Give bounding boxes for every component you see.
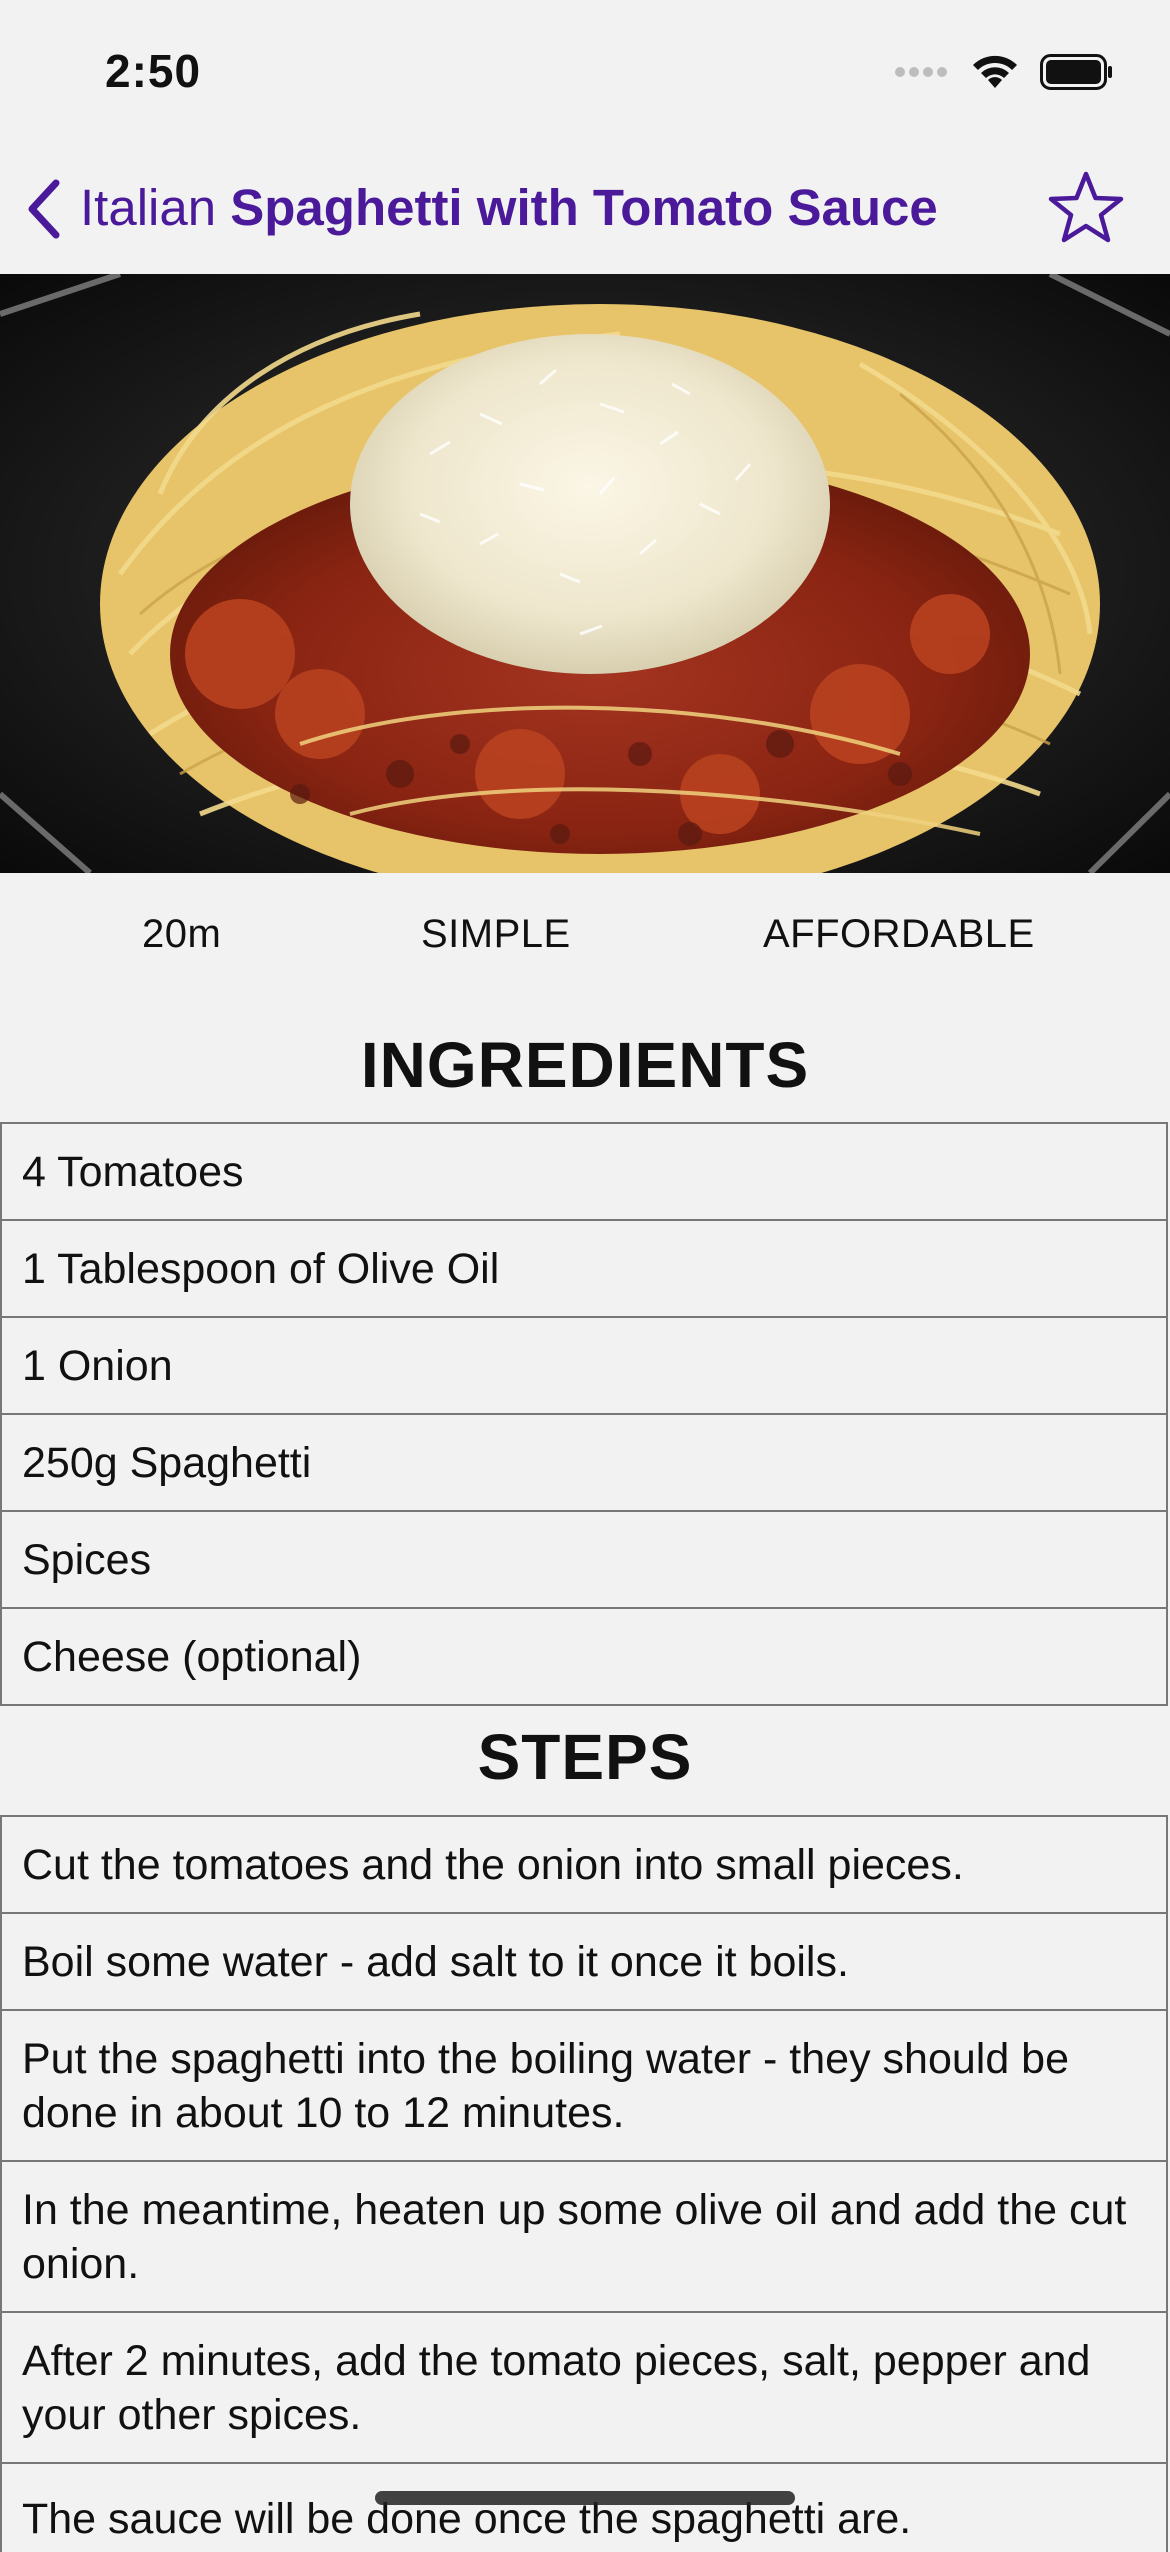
ingredient-item: 4 Tomatoes [0, 1122, 1168, 1219]
steps-list: Cut the tomatoes and the onion into smal… [0, 1815, 1168, 2552]
page-title: Italian Spaghetti with Tomato Sauce [80, 178, 938, 237]
ingredient-item: 1 Tablespoon of Olive Oil [0, 1219, 1168, 1316]
ingredient-item: 250g Spaghetti [0, 1413, 1168, 1510]
favorite-star-icon[interactable] [1046, 168, 1126, 248]
battery-icon [1040, 54, 1112, 90]
back-chevron-icon[interactable] [22, 174, 66, 244]
status-bar: 2:50 [0, 0, 1170, 150]
steps-heading: STEPS [477, 1721, 693, 1793]
navigation-bar: Italian Spaghetti with Tomato Sauce [0, 150, 1170, 274]
home-indicator[interactable] [375, 2491, 795, 2505]
step-item: After 2 minutes, add the tomato pieces, … [0, 2311, 1168, 2462]
recipe-title: Spaghetti with Tomato Sauce [230, 179, 938, 236]
ingredients-heading: INGREDIENTS [360, 1029, 810, 1101]
status-icons [894, 52, 1114, 92]
step-item: In the meantime, heaten up some olive oi… [0, 2160, 1168, 2311]
ingredient-item: 1 Onion [0, 1316, 1168, 1413]
step-item: Put the spaghetti into the boiling water… [0, 2009, 1168, 2160]
complexity-label: SIMPLE [421, 912, 571, 956]
ingredients-list: 4 Tomatoes 1 Tablespoon of Olive Oil 1 O… [0, 1122, 1168, 1706]
cellular-signal-icon [895, 67, 947, 77]
duration-label: 20m [142, 912, 222, 956]
recipe-hero-image [0, 274, 1170, 873]
status-time: 2:50 [105, 45, 202, 97]
ingredient-item: Spices [0, 1510, 1168, 1607]
recipe-meta: 20m SIMPLE AFFORDABLE [0, 912, 1170, 972]
step-item: Cut the tomatoes and the onion into smal… [0, 1815, 1168, 1912]
wifi-icon [973, 55, 1017, 88]
affordability-label: AFFORDABLE [763, 912, 1035, 956]
ingredient-item: Cheese (optional) [0, 1607, 1168, 1706]
step-item: Boil some water - add salt to it once it… [0, 1912, 1168, 2009]
back-button-label[interactable]: Italian [80, 179, 216, 236]
step-item: The sauce will be done once the spaghett… [0, 2462, 1168, 2552]
